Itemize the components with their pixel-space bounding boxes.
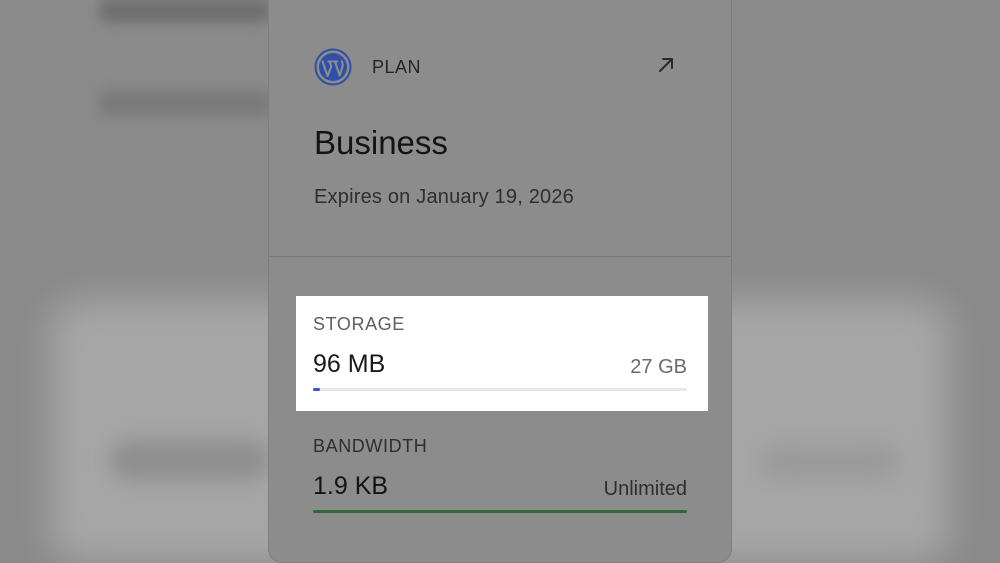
storage-label: STORAGE [313,314,405,334]
bandwidth-progress-fill [313,510,687,513]
background-blur [110,440,270,480]
storage-used: 96 MB [313,350,386,378]
plan-header: PLAN [314,48,421,86]
storage-progress-fill [313,388,320,391]
bandwidth-limit: Unlimited [603,478,687,500]
storage-section: STORAGE 96 MB 27 GB [296,296,708,411]
plan-expiry: Expires on January 19, 2026 [314,186,575,208]
background-blur [760,445,900,479]
plan-label: PLAN [372,56,422,77]
plan-name: Business [314,124,448,161]
background-blur [100,0,270,22]
wordpress-logo-icon [314,48,352,86]
bandwidth-label: BANDWIDTH [313,436,428,456]
background-blur [100,90,270,116]
storage-progress-track [313,388,687,391]
bandwidth-section: BANDWIDTH 1.9 KB Unlimited [296,418,708,528]
divider [269,256,731,257]
bandwidth-used: 1.9 KB [313,472,389,500]
bandwidth-progress-track [313,510,687,513]
arrow-up-right-icon[interactable] [657,56,675,74]
storage-limit: 27 GB [630,356,687,378]
